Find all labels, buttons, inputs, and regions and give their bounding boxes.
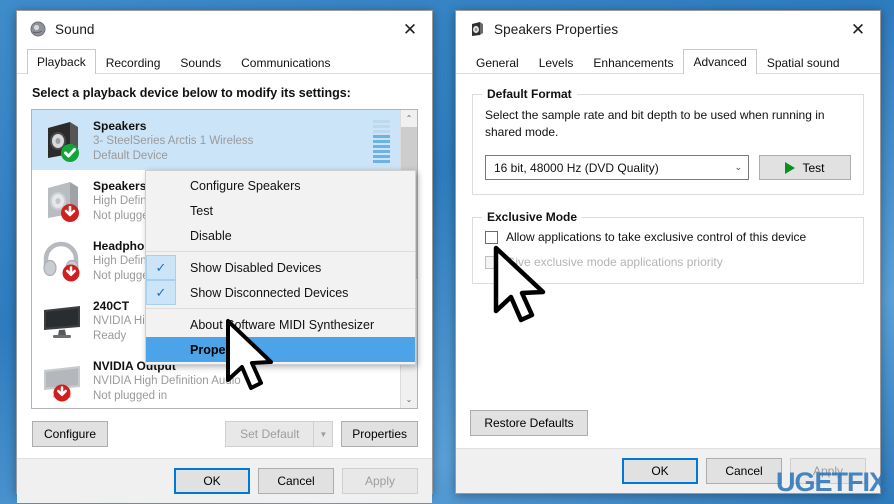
speaker-box-icon xyxy=(39,117,85,163)
context-menu-item-disable[interactable]: Disable xyxy=(146,223,415,248)
tab-advanced[interactable]: Advanced xyxy=(683,49,757,74)
properties-dialog-title: Speakers Properties xyxy=(494,21,619,37)
exclusive-mode-legend: Exclusive Mode xyxy=(482,210,583,224)
check-slot xyxy=(146,198,176,223)
advanced-tab-page: Default Format Select the sample rate an… xyxy=(456,74,880,448)
ok-button[interactable]: OK xyxy=(174,468,250,494)
device-row-speakers-steelseries[interactable]: Speakers 3- SteelSeries Arctis 1 Wireles… xyxy=(32,110,400,170)
watermark: UGETFIX xyxy=(775,467,887,497)
device-status: Not plugged in xyxy=(93,390,168,402)
speaker-box-icon xyxy=(39,177,85,223)
context-menu-label: Configure Speakers xyxy=(190,178,301,193)
playback-hint-text: Select a playback device below to modify… xyxy=(32,86,351,100)
context-menu-label: Show Disabled Devices xyxy=(190,260,322,275)
device-properties-button[interactable]: Properties xyxy=(341,421,418,447)
device-description: NVIDIA High Definition Audio xyxy=(93,375,241,387)
sound-dialog-window[interactable]: Sound ✕ Playback Recording Sounds Commun… xyxy=(16,10,433,503)
default-format-description: Select the sample rate and bit depth to … xyxy=(485,108,825,139)
tab-enhancements[interactable]: Enhancements xyxy=(583,52,683,74)
set-default-button[interactable]: Set Default xyxy=(225,421,314,447)
play-icon xyxy=(785,161,796,174)
context-menu-item-show-disabled-devices[interactable]: ✓ Show Disabled Devices xyxy=(146,255,415,280)
context-menu-label: Properties xyxy=(190,342,252,357)
context-menu-label: Disable xyxy=(190,228,232,243)
device-context-menu[interactable]: Configure Speakers Test Disable ✓ Show D… xyxy=(145,170,416,365)
sound-dialog-footer: OK Cancel Apply xyxy=(17,458,432,503)
allow-exclusive-control-checkbox[interactable] xyxy=(485,230,498,244)
tab-playback[interactable]: Playback xyxy=(27,49,96,74)
tab-communications[interactable]: Communications xyxy=(231,52,340,74)
properties-tabstrip[interactable]: General Levels Enhancements Advanced Spa… xyxy=(456,47,880,74)
default-format-group: Default Format Select the sample rate an… xyxy=(472,87,864,195)
chevron-down-icon[interactable]: ⌄ xyxy=(734,162,742,173)
speakers-properties-window[interactable]: Speakers Properties ✕ General Levels Enh… xyxy=(455,10,881,494)
monitor-icon xyxy=(39,297,85,343)
close-icon[interactable]: ✕ xyxy=(388,11,432,47)
default-format-row: 16 bit, 48000 Hz (DVD Quality) ⌄ Test xyxy=(485,155,851,180)
tab-general[interactable]: General xyxy=(466,52,529,74)
context-menu-label: Show Disconnected Devices xyxy=(190,285,349,300)
check-slot xyxy=(146,223,176,248)
test-button[interactable]: Test xyxy=(759,155,851,180)
properties-dialog-body: General Levels Enhancements Advanced Spa… xyxy=(456,47,880,493)
scroll-down-icon[interactable]: ⌄ xyxy=(401,391,417,408)
headphones-icon xyxy=(39,237,85,283)
sample-rate-value: 16 bit, 48000 Hz (DVD Quality) xyxy=(494,160,659,175)
apply-button[interactable]: Apply xyxy=(342,468,418,494)
check-slot xyxy=(146,337,176,362)
context-menu-separator xyxy=(146,251,415,252)
cancel-button[interactable]: Cancel xyxy=(706,458,782,484)
tab-spatial-sound[interactable]: Spatial sound xyxy=(757,52,850,74)
allow-exclusive-control-row[interactable]: Allow applications to take exclusive con… xyxy=(485,230,851,244)
context-menu-item-about-midi-synthesizer[interactable]: About Software MIDI Synthesizer xyxy=(146,312,415,337)
context-menu-separator xyxy=(146,308,415,309)
device-description: 3- SteelSeries Arctis 1 Wireless xyxy=(93,135,254,147)
tab-sounds[interactable]: Sounds xyxy=(170,52,231,74)
sound-titlebar[interactable]: Sound ✕ xyxy=(17,11,432,47)
restore-defaults-wrapper: Restore Defaults xyxy=(470,410,588,436)
exclusive-mode-group: Exclusive Mode Allow applications to tak… xyxy=(472,210,864,284)
allow-exclusive-control-label: Allow applications to take exclusive con… xyxy=(506,230,807,244)
exclusive-priority-label: Give exclusive mode applications priorit… xyxy=(506,255,723,269)
test-button-label: Test xyxy=(802,160,825,175)
speaker-icon xyxy=(29,20,47,38)
set-default-split-button[interactable]: Set Default ▼ xyxy=(225,421,334,447)
close-icon[interactable]: ✕ xyxy=(836,11,880,47)
context-menu-item-configure-speakers[interactable]: Configure Speakers xyxy=(146,173,415,198)
exclusive-priority-row: Give exclusive mode applications priorit… xyxy=(485,255,851,269)
sample-rate-dropdown[interactable]: 16 bit, 48000 Hz (DVD Quality) ⌄ xyxy=(485,155,749,180)
context-menu-item-show-disconnected-devices[interactable]: ✓ Show Disconnected Devices xyxy=(146,280,415,305)
tab-recording[interactable]: Recording xyxy=(96,52,171,74)
sound-tabstrip[interactable]: Playback Recording Sounds Communications xyxy=(17,47,432,74)
monitor-icon xyxy=(39,357,85,403)
sound-dialog-title: Sound xyxy=(55,21,95,37)
speaker-properties-icon xyxy=(468,20,486,38)
volume-meter xyxy=(373,120,390,163)
restore-defaults-button[interactable]: Restore Defaults xyxy=(470,410,588,436)
configure-button[interactable]: Configure xyxy=(32,421,108,447)
check-slot xyxy=(146,173,176,198)
cancel-button[interactable]: Cancel xyxy=(258,468,334,494)
check-slot xyxy=(146,312,176,337)
device-name: Speakers xyxy=(93,119,147,133)
exclusive-priority-checkbox xyxy=(485,255,498,269)
tab-levels[interactable]: Levels xyxy=(529,52,584,74)
ok-button[interactable]: OK xyxy=(622,458,698,484)
device-status: Default Device xyxy=(93,150,168,162)
chevron-down-icon[interactable]: ▼ xyxy=(313,421,334,447)
context-menu-item-properties[interactable]: Properties xyxy=(146,337,415,362)
context-menu-item-test[interactable]: Test xyxy=(146,198,415,223)
device-text: Speakers 3- SteelSeries Arctis 1 Wireles… xyxy=(93,117,373,164)
properties-titlebar[interactable]: Speakers Properties ✕ xyxy=(456,11,880,47)
scroll-up-icon[interactable]: ⌃ xyxy=(401,110,417,127)
default-format-legend: Default Format xyxy=(482,87,577,101)
device-action-buttons: Configure Set Default ▼ Properties xyxy=(31,409,418,458)
checkmark-icon: ✓ xyxy=(146,255,176,280)
context-menu-label: Test xyxy=(190,203,213,218)
checkmark-icon: ✓ xyxy=(146,280,176,305)
context-menu-label: About Software MIDI Synthesizer xyxy=(190,317,375,332)
